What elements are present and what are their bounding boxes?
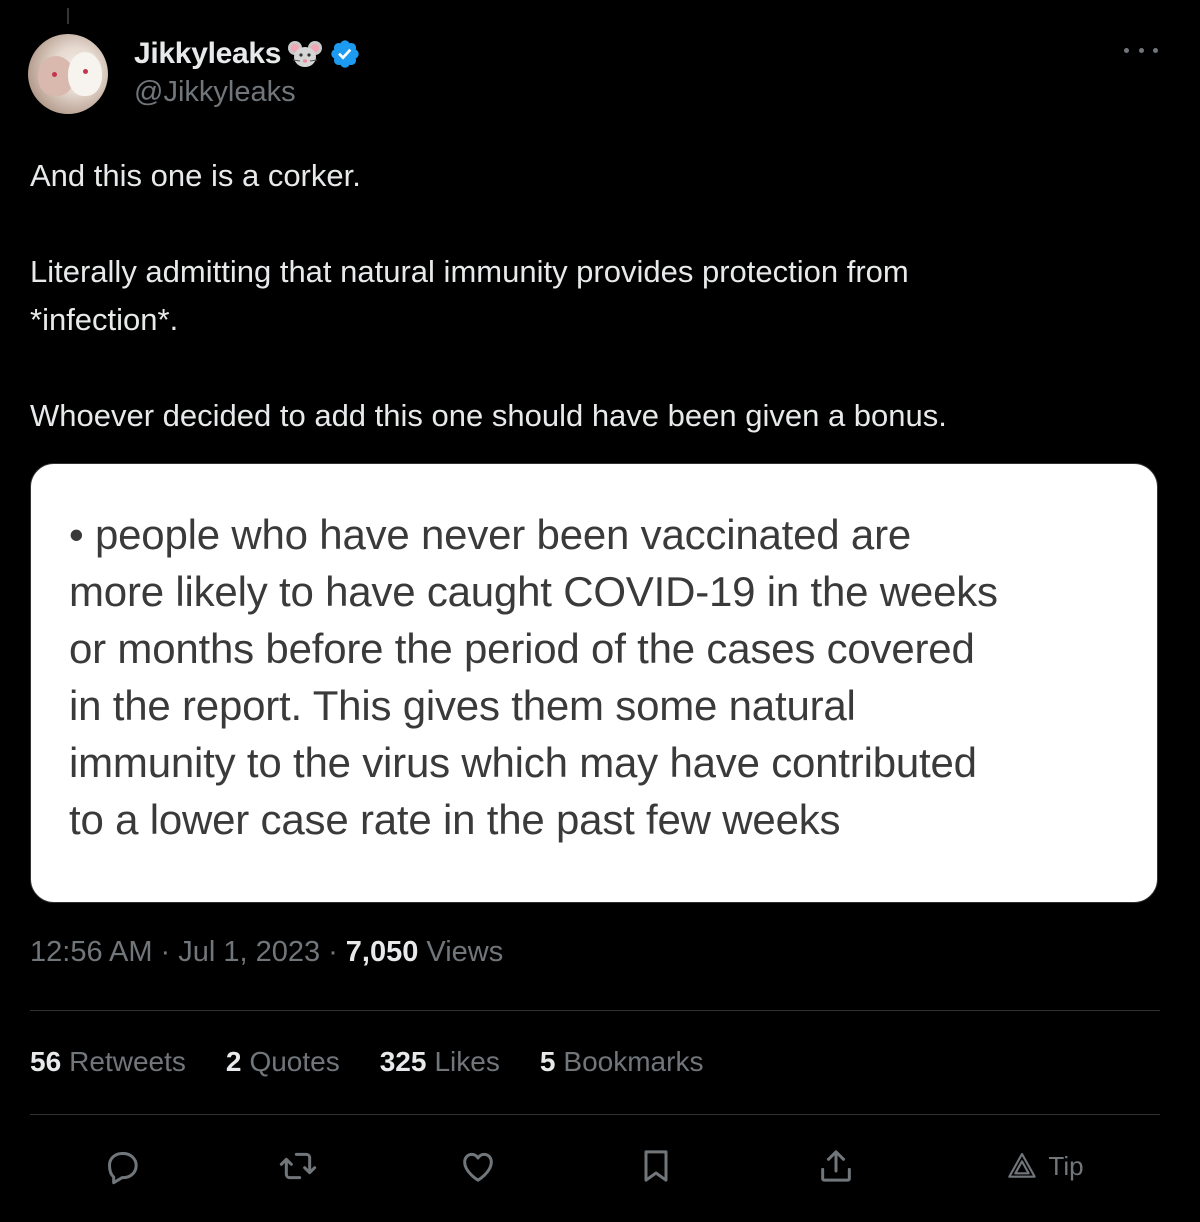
engagement-stats: 56 Retweets 2 Quotes 325 Likes 5 Bookmar… [30,1046,703,1078]
author-display-name[interactable]: Jikkyleaks [134,37,281,71]
retweets-count: 56 [30,1046,62,1077]
tweet-date[interactable]: Jul 1, 2023 [178,936,320,969]
more-dot [1153,47,1158,53]
retweets-stat[interactable]: 56 Retweets [30,1046,186,1078]
divider [30,1010,1160,1011]
likes-count: 325 [379,1046,427,1077]
tweet-media-image[interactable]: • people who have never been vaccinated … [30,463,1158,903]
author-name-row: Jikkyleaks [134,36,361,72]
bookmarks-label: Bookmarks [563,1046,704,1077]
views-count: 7,050 [345,936,419,968]
more-dot [1124,47,1129,53]
tweet-text: And this one is a corker. Literally admi… [30,152,1150,440]
tip-icon [1008,1152,1037,1178]
tweet-paragraph: And this one is a corker. [30,158,361,193]
media-image-text: • people who have never been vaccinated … [69,511,998,843]
avatar-mouse-right [68,52,102,96]
retweet-button[interactable] [274,1140,322,1192]
reply-icon [108,1152,138,1185]
likes-stat[interactable]: 325 Likes [380,1046,500,1078]
bookmark-icon [644,1150,668,1182]
tip-button[interactable]: Tip [1000,1140,1090,1192]
views-label: Views [426,936,504,968]
retweet-icon [279,1152,317,1180]
avatar-mouse-eye [83,69,88,74]
quotes-label: Quotes [249,1046,340,1077]
divider [30,1114,1160,1115]
quotes-stat[interactable]: 2 Quotes [226,1046,340,1078]
reply-button[interactable] [98,1140,146,1192]
heart-icon [463,1152,493,1182]
bookmarks-stat[interactable]: 5 Bookmarks [540,1046,704,1078]
tweet-actions: Tip [0,1140,1200,1192]
thread-connector-line [67,8,69,24]
tweet-paragraph: Literally admitting that natural immunit… [30,254,909,337]
tweet-paragraph: Whoever decided to add this one should h… [30,398,947,433]
more-dot [1138,47,1144,53]
meta-separator: · [160,936,171,968]
bookmark-button[interactable] [632,1140,680,1192]
tweet-time[interactable]: 12:56 AM [30,936,153,969]
retweets-label: Retweets [69,1046,186,1077]
avatar[interactable] [28,34,108,114]
share-button[interactable] [812,1140,860,1192]
quotes-count: 2 [225,1046,242,1077]
share-icon [821,1150,851,1182]
mouse-face-icon [287,39,323,69]
author-handle[interactable]: @Jikkyleaks [134,76,296,109]
tip-label: Tip [1048,1150,1084,1181]
like-button[interactable] [454,1140,502,1192]
tweet-meta: 12:56 AM · Jul 1, 2023 · 7,050 Views [30,936,503,969]
more-options-icon[interactable] [1124,38,1158,62]
avatar-mouse-eye [52,72,57,77]
likes-label: Likes [434,1046,500,1077]
verified-badge-icon[interactable] [329,38,361,70]
bookmarks-count: 5 [539,1046,556,1077]
meta-separator: · [328,936,338,968]
